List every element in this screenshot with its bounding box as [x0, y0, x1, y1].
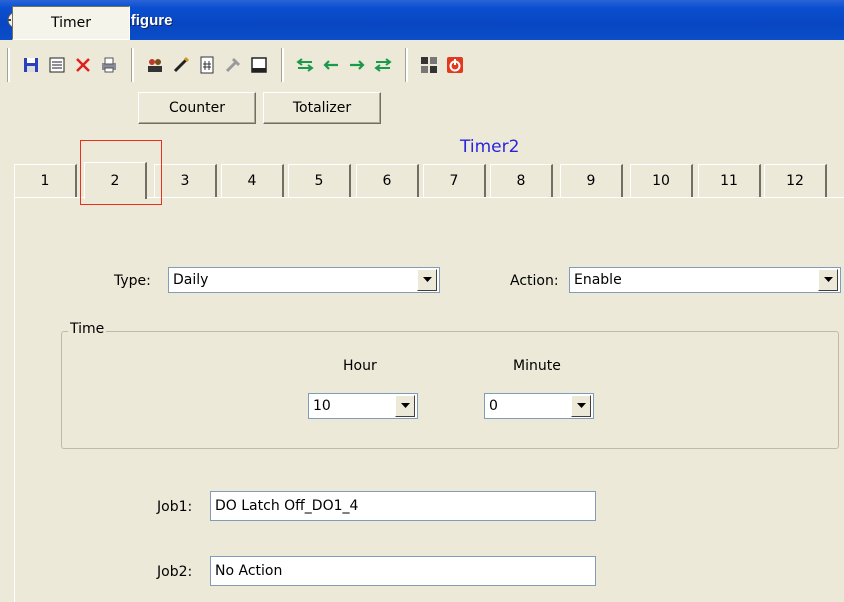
tab-totalizer[interactable]: Totalizer: [263, 92, 381, 124]
chevron-down-icon[interactable]: [395, 395, 415, 417]
tab-timer-12[interactable]: 12: [764, 164, 827, 197]
tab-label: 6: [382, 173, 392, 189]
save-icon: [24, 58, 38, 72]
tab-label: 7: [449, 173, 459, 189]
tab-label: 11: [720, 173, 738, 189]
tab-label: 12: [786, 173, 804, 189]
tab-label: 1: [40, 173, 50, 189]
tab-label: 5: [314, 173, 324, 189]
timer-number-tabs: 1 2 3 4 5 6 7 8 9 10 11 12: [14, 162, 844, 199]
list-button[interactable]: [44, 52, 70, 78]
edit-icon: [173, 56, 190, 73]
delete-button[interactable]: [70, 52, 96, 78]
tab-label: 2: [110, 173, 120, 189]
power-icon: [447, 57, 463, 73]
tab-timer-label: Timer: [50, 15, 92, 31]
type-label: Type:: [114, 273, 151, 289]
first-icon: [296, 58, 314, 72]
hour-value: 10: [313, 398, 331, 414]
users-icon: [148, 59, 162, 72]
action-label: Action:: [510, 273, 559, 289]
type-select[interactable]: Daily: [168, 267, 440, 293]
tab-timer-8[interactable]: 8: [490, 164, 553, 197]
tools-icon: [225, 57, 241, 73]
tab-label: 8: [516, 173, 526, 189]
tab-timer-4[interactable]: 4: [221, 164, 284, 197]
window-button[interactable]: [246, 52, 272, 78]
power-button[interactable]: [442, 52, 468, 78]
last-button[interactable]: [370, 52, 396, 78]
tab-totalizer-label: Totalizer: [292, 100, 352, 116]
tab-label: 10: [652, 173, 670, 189]
toolbar: [8, 46, 834, 84]
window-icon: [251, 57, 267, 73]
tab-label: 4: [247, 173, 257, 189]
hour-select[interactable]: 10: [308, 393, 418, 419]
tab-timer-3[interactable]: 3: [154, 164, 217, 197]
print-button[interactable]: [96, 52, 122, 78]
job1-field[interactable]: DO Latch Off_DO1_4: [210, 491, 596, 521]
minute-value: 0: [489, 398, 498, 414]
tab-label: 3: [180, 173, 190, 189]
tab-timer-6[interactable]: 6: [356, 164, 419, 197]
last-icon: [374, 58, 392, 72]
tab-timer-11[interactable]: 11: [698, 164, 761, 197]
action-value: Enable: [574, 272, 622, 288]
time-group-title: Time: [68, 321, 107, 337]
hash-doc-button[interactable]: [194, 52, 220, 78]
toolbar-group-system: [406, 48, 472, 82]
users-button[interactable]: [142, 52, 168, 78]
toolbar-group-navigation: [282, 48, 400, 82]
tab-counter[interactable]: Counter: [138, 92, 256, 124]
tab-timer-5[interactable]: 5: [288, 164, 351, 197]
hour-label: Hour: [343, 358, 377, 374]
first-button[interactable]: [292, 52, 318, 78]
hash-doc-icon: [200, 56, 214, 74]
job2-field[interactable]: No Action: [210, 556, 596, 586]
next-icon: [350, 60, 365, 70]
timer-heading: Timer2: [460, 137, 520, 157]
chevron-down-icon[interactable]: [818, 269, 838, 291]
tab-timer-9[interactable]: 9: [560, 164, 623, 197]
action-select[interactable]: Enable: [569, 267, 841, 293]
minute-label: Minute: [513, 358, 561, 374]
tab-label: 9: [586, 173, 596, 189]
chevron-down-icon[interactable]: [417, 269, 437, 291]
next-button[interactable]: [344, 52, 370, 78]
minute-select[interactable]: 0: [484, 393, 594, 419]
type-value: Daily: [173, 272, 209, 288]
save-button[interactable]: [18, 52, 44, 78]
tab-timer-2[interactable]: 2: [84, 162, 147, 199]
job1-label: Job1:: [157, 499, 193, 515]
toolbar-group-tools: [132, 48, 276, 82]
network-button[interactable]: [416, 52, 442, 78]
delete-icon: [76, 58, 90, 72]
prev-button[interactable]: [318, 52, 344, 78]
tab-timer-10[interactable]: 10: [630, 164, 693, 197]
list-icon: [49, 57, 65, 73]
network-icon: [421, 57, 437, 73]
chevron-down-icon[interactable]: [571, 395, 591, 417]
tab-timer-7[interactable]: 7: [423, 164, 486, 197]
tools-button[interactable]: [220, 52, 246, 78]
job2-label: Job2:: [157, 564, 193, 580]
edit-button[interactable]: [168, 52, 194, 78]
print-icon: [102, 57, 116, 73]
tab-counter-label: Counter: [169, 100, 225, 116]
toolbar-group-file: [8, 48, 126, 82]
time-groupbox: [61, 331, 839, 449]
tab-timer-1[interactable]: 1: [14, 164, 77, 197]
tab-timer[interactable]: Timer: [12, 6, 130, 40]
prev-icon: [323, 60, 338, 70]
